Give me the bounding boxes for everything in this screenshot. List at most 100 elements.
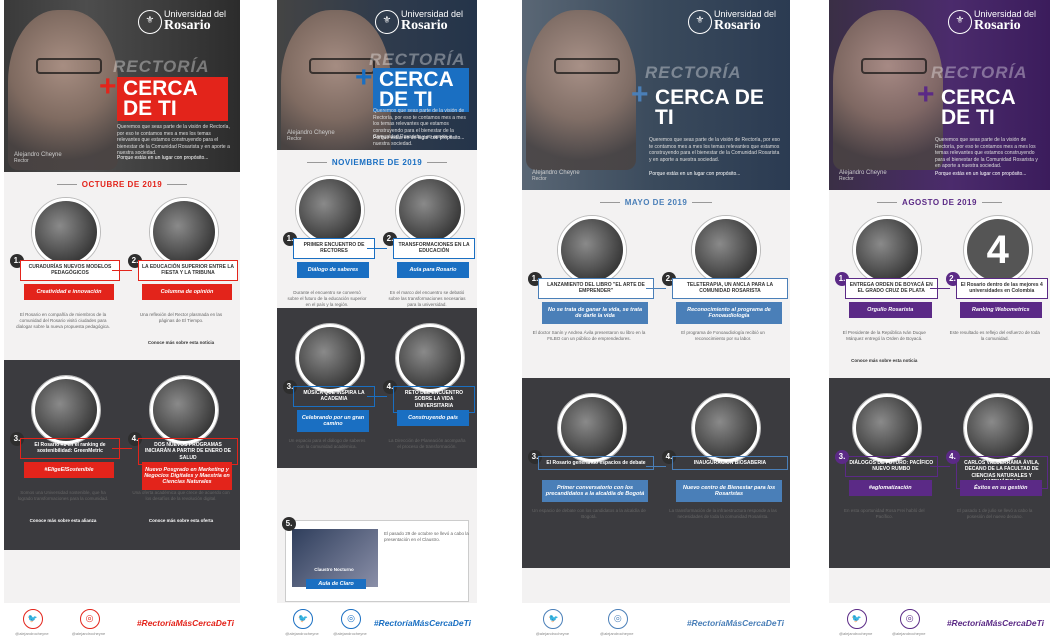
plus-sign: +: [355, 61, 373, 94]
item-description: El pasado 29 de octubre se llevó a cabo …: [384, 531, 469, 543]
item-title: MÚSICA QUE INSPIRA LA ACADEMIA: [293, 386, 375, 407]
plus-sign: +: [631, 78, 649, 111]
month-label: AGOSTO DE 2019: [902, 198, 977, 207]
connector-line: [112, 448, 132, 449]
news-photo: [853, 216, 922, 284]
footer-bar: 🐦 @alejandrocheyne ◎ @alejandrocheyne #Recto…: [829, 603, 1050, 639]
glasses-shape: [36, 58, 102, 74]
instagram-handle: @alejandrocheyne: [71, 631, 106, 636]
instagram-icon[interactable]: ◎: [899, 609, 920, 629]
item-title: El Rosario #1 en el ranking de sostenibi…: [20, 438, 120, 459]
hero-banner: ⚜ Universidad del Rosario RECTORÍA + CERCA DE…: [829, 0, 1050, 190]
campaign-tagline: Porque estás en un lugar con propósito..…: [649, 171, 741, 177]
instagram-icon[interactable]: ◎: [341, 609, 361, 629]
item-description: Durante el encuentro se conversó sobre e…: [287, 290, 367, 308]
item-description: La Dirección de Planeación acompaña el p…: [388, 438, 466, 450]
rector-portrait: [526, 10, 636, 170]
twitter-icon[interactable]: 🐦: [846, 609, 867, 629]
item-highlight: Primer conversatorio con los precandidat…: [542, 480, 648, 502]
rector-role: Rector: [532, 176, 547, 182]
news-photo: [296, 176, 364, 244]
instagram-icon[interactable]: ◎: [79, 609, 100, 629]
item-highlight: Éxitos en su gestión: [959, 480, 1042, 496]
instagram-icon[interactable]: ◎: [607, 609, 628, 629]
news-photo: [692, 394, 760, 462]
campaign-tagline: Porque estás en un lugar con propósito..…: [117, 155, 209, 161]
item-highlight: Diálogo de saberes: [297, 262, 369, 278]
campaign-tagline: Porque estás en un lugar con propósito..…: [373, 135, 465, 141]
news-photo: [150, 376, 218, 444]
item-description: El Presidente de la República Iván Duque…: [842, 330, 926, 342]
news-photo: [32, 376, 100, 444]
connector-line: [367, 248, 387, 249]
seal-icon: ⚜: [947, 10, 972, 34]
read-more-link[interactable]: Conoce más sobre esta noticia: [839, 358, 930, 364]
extra-item-card: 5. Aula de Claro El pasado 29 de octubre s…: [282, 517, 469, 602]
item-title: ENTREGA ORDEN DE BOYACÁ EN EL GRADO CRUZ…: [845, 278, 938, 299]
news-photo: [558, 216, 626, 284]
news-photo: [692, 216, 760, 284]
item-description: La transformación de la infraestructura …: [669, 508, 777, 520]
read-more-link[interactable]: Conoce más sobre esta noticia: [132, 340, 230, 346]
news-photo: [853, 394, 922, 462]
item-highlight: #aglomatización: [849, 480, 932, 496]
item-highlight: Ranking Webometrics: [959, 302, 1042, 318]
hashtag: #RectoríaMásCercaDeTi: [686, 618, 784, 628]
logo-line2: Rosario: [713, 18, 761, 34]
item-highlight: Columna de opinión: [142, 284, 232, 300]
item-title: RETO DEL ENCUENTRO SOBRE LA VIDA UNIVERS…: [393, 386, 475, 413]
news-photo: [150, 198, 218, 266]
item-highlight: Nuevo centro de Bienestar para los Rosar…: [676, 480, 782, 502]
plus-sign: +: [99, 70, 117, 103]
news-photo: [296, 324, 364, 392]
hashtag: #RectoríaMásCercaDeTi: [136, 618, 234, 628]
instagram-handle: @alejandrocheyne: [600, 631, 634, 636]
footer-bar: 🐦 @alejandrocheyne ◎ @alejandrocheyne #Recto…: [522, 603, 790, 639]
hero-banner: ⚜ Universidad del Rosario RECTORÍA + CERCA DE…: [522, 0, 790, 190]
rector-role: Rector: [839, 176, 854, 182]
read-more-link[interactable]: Conoce más sobre esta alianza: [14, 518, 112, 524]
news-photo: [32, 198, 100, 266]
item-title: INAUGURACIÓN BIOSABERIA: [672, 456, 788, 471]
twitter-icon[interactable]: 🐦: [22, 609, 43, 629]
cerca-de-ti: CERCA DE TI: [373, 68, 469, 112]
month-heading: MAYO DE 2019: [522, 198, 790, 207]
month-label: NOVIEMBRE DE 2019: [331, 158, 423, 167]
rector-role: Rector: [14, 158, 29, 164]
twitter-handle: @alejandrocheyne: [285, 631, 319, 636]
item-title: CURADURÍAS NUEVOS MODELOS PEDAGÓGICOS: [20, 260, 120, 281]
item-title: PRIMER ENCUENTRO DE RECTORES: [293, 238, 375, 259]
item-title: TRANSFORMACIONES EN LA EDUCACIÓN: [393, 238, 475, 259]
campaign-blurb: Queremos que seas parte de la visión de …: [117, 124, 230, 156]
twitter-icon[interactable]: 🐦: [293, 609, 313, 629]
read-more-link[interactable]: Conoce más sobre esta oferta: [132, 518, 230, 524]
footer-bar: 🐦 @alejandrocheyne ◎ @alejandrocheyne #Recto…: [277, 603, 477, 639]
item-description: El programa de Fonoaudiología recibió un…: [681, 330, 765, 342]
item-description: Una reflexión del Rector plasmada en las…: [139, 312, 223, 324]
rector-name: Alejandro Cheyne Rector: [839, 170, 887, 182]
item-highlight: Orgullo Rosarista: [849, 302, 932, 318]
rectoria-label: RECTORÍA: [369, 50, 466, 69]
cerca-de-ti: CERCA DE TI: [117, 77, 229, 121]
hero-banner: ⚜ Universidad del Rosario RECTORÍA + CERCA DE…: [277, 0, 477, 150]
poster-panel: ⚜ Universidad del Rosario RECTORÍA + CERCA DE…: [4, 0, 240, 639]
hashtag: #RectoríaMásCercaDeTi: [373, 618, 471, 628]
news-photo: [558, 394, 626, 462]
poster-panel: ⚜ Universidad del Rosario RECTORÍA + CERCA DE…: [277, 0, 477, 639]
news-photo: [963, 394, 1032, 462]
month-heading: AGOSTO DE 2019: [829, 198, 1050, 207]
rectoria-label: RECTORÍA: [645, 63, 742, 82]
twitter-icon[interactable]: 🐦: [543, 609, 564, 629]
item-description: El doctor Sanín y Andrea Ávila presentar…: [532, 330, 646, 342]
logo-line2: Rosario: [163, 18, 211, 34]
item-title: DOS NUEVOS PROGRAMAS INICIARÁN A PARTIR …: [138, 438, 238, 465]
item-highlight: Aula de Claro: [306, 579, 366, 589]
twitter-handle: @alejandrocheyne: [535, 631, 570, 636]
item-highlight: #EligeElSostenible: [24, 462, 114, 478]
twitter-handle: @alejandrocheyne: [838, 631, 873, 636]
instagram-handle: @alejandrocheyne: [333, 631, 367, 636]
item-number: 5.: [282, 517, 296, 531]
campaign-tagline: Porque estás en un lugar con propósito..…: [935, 171, 1027, 177]
month-divider: [599, 202, 620, 204]
item-title: LA EDUCACIÓN SUPERIOR ENTRE LA FIESTA Y …: [138, 260, 238, 281]
